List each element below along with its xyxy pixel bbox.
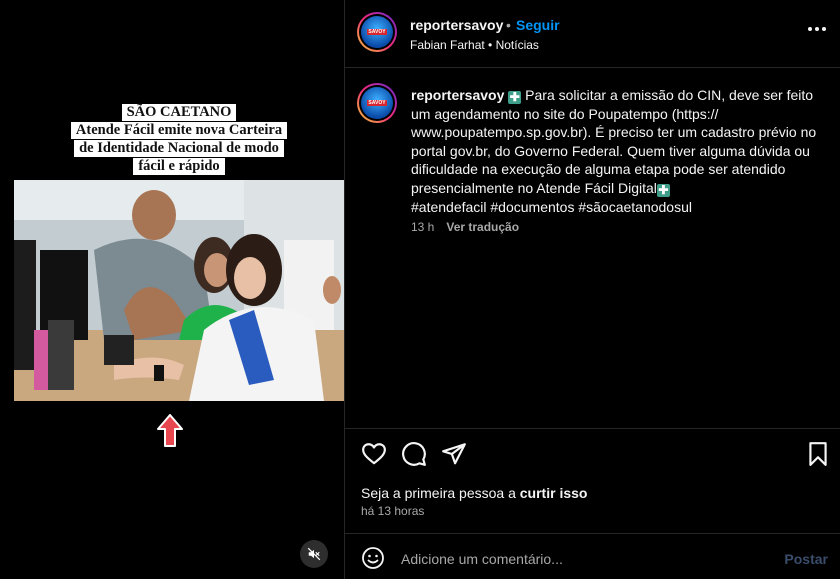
caption-meta: 13 h Ver tradução bbox=[411, 220, 519, 234]
share-icon[interactable] bbox=[441, 441, 467, 467]
bookmark-icon[interactable] bbox=[805, 441, 831, 467]
post-media[interactable]: SÃO CAETANO Atende Fácil emite nova Cart… bbox=[0, 0, 344, 579]
headline-line: fácil e rápido bbox=[133, 158, 225, 175]
headline-line: de Identidade Nacional de modo bbox=[74, 140, 284, 157]
caption-age: 13 h bbox=[411, 220, 435, 234]
caption-username[interactable]: reportersavoy bbox=[411, 87, 504, 103]
media-headline: SÃO CAETANO Atende Fácil emite nova Cart… bbox=[0, 103, 358, 175]
mute-button[interactable] bbox=[300, 540, 328, 568]
divider bbox=[345, 428, 840, 429]
caption: reportersavoy ✚ Para solicitar a emissão… bbox=[411, 86, 821, 216]
like-this-link[interactable]: curtir isso bbox=[520, 485, 588, 501]
see-translation-link[interactable]: Ver tradução bbox=[446, 220, 519, 234]
follow-button[interactable]: Seguir bbox=[516, 17, 560, 33]
post-comment-button[interactable]: Postar bbox=[784, 551, 828, 567]
headline-line: SÃO CAETANO bbox=[121, 104, 237, 121]
post-header: SAVOY reportersavoy • Seguir Fabian Farh… bbox=[345, 0, 840, 68]
speaker-muted-icon bbox=[307, 547, 321, 561]
likes-prefix: Seja a primeira pessoa a bbox=[361, 485, 520, 501]
caption-body: Para solicitar a emissão do CIN, deve se… bbox=[411, 87, 817, 196]
plus-emoji-icon: ✚ bbox=[508, 90, 522, 104]
comment-icon[interactable] bbox=[401, 441, 427, 467]
post-details-panel: SAVOY reportersavoy • Seguir Fabian Farh… bbox=[344, 0, 840, 579]
office-photo bbox=[14, 180, 344, 401]
plus-emoji-icon: ✚ bbox=[656, 182, 670, 197]
headline-line: Atende Fácil emite nova Carteira bbox=[70, 122, 288, 139]
heart-icon[interactable] bbox=[361, 441, 387, 467]
likes-summary: Seja a primeira pessoa a curtir isso bbox=[361, 485, 587, 501]
separator-dot: • bbox=[506, 17, 511, 33]
emoji-icon[interactable] bbox=[361, 546, 385, 570]
more-options-icon[interactable] bbox=[808, 27, 826, 31]
avatar-logo-text: SAVOY bbox=[367, 29, 387, 35]
author-username[interactable]: reportersavoy bbox=[410, 17, 503, 33]
caption-avatar[interactable]: SAVOY bbox=[357, 83, 397, 123]
comment-input[interactable] bbox=[401, 548, 771, 570]
arrow-up-icon bbox=[157, 414, 183, 447]
avatar[interactable]: SAVOY bbox=[357, 12, 397, 52]
caption-hashtags[interactable]: #atendefacil #documentos #sãocaetanodosu… bbox=[411, 199, 692, 215]
post-timestamp[interactable]: há 13 horas bbox=[361, 504, 424, 518]
author-subline[interactable]: Fabian Farhat • Notícias bbox=[410, 38, 539, 52]
divider bbox=[345, 533, 840, 534]
